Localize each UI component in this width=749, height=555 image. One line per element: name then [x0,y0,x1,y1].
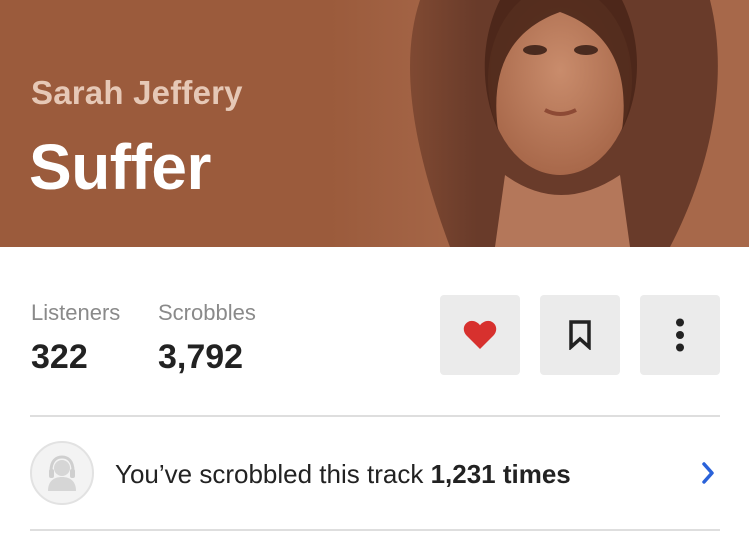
chevron-right-icon [696,459,720,487]
scrobble-summary: You’ve scrobbled this track 1,231 times [115,459,571,490]
listeners-value: 322 [31,338,88,376]
heart-icon [463,320,497,349]
track-title: Suffer [29,131,211,203]
scrobble-summary-prefix: You’ve scrobbled this track [115,459,424,489]
artist-photo [330,0,749,247]
default-user-icon [48,455,76,491]
artist-name[interactable]: Sarah Jeffery [31,74,243,112]
listeners-stat: Listeners 322 [31,300,120,377]
bookmark-button[interactable] [540,295,620,375]
scrobbles-label: Scrobbles [158,300,256,325]
love-button[interactable] [440,295,520,375]
scrobbles-stat: Scrobbles 3,792 [158,300,256,377]
more-vertical-icon [676,318,684,352]
bookmark-icon [569,320,591,350]
listeners-label: Listeners [31,300,121,325]
more-options-button[interactable] [640,295,720,375]
scrobbles-value: 3,792 [158,338,244,376]
avatar [30,441,94,505]
your-scrobbles-row[interactable]: You’ve scrobbled this track 1,231 times [30,417,720,529]
scrobble-count: 1,231 times [430,459,571,489]
divider [30,529,720,531]
track-header: Sarah Jeffery Suffer [0,0,749,247]
